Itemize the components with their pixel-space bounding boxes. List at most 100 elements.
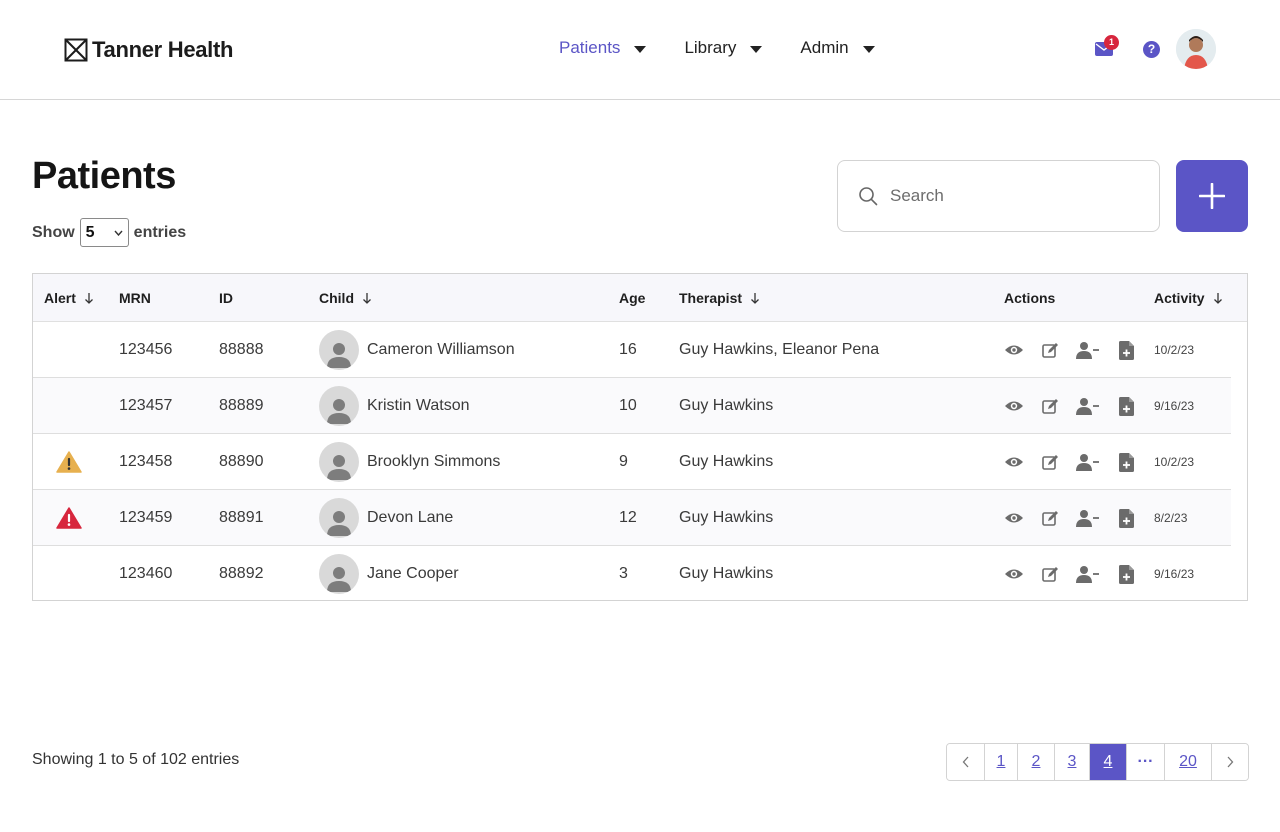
nav-item-admin[interactable]: Admin xyxy=(800,38,875,58)
edit-icon[interactable] xyxy=(1039,395,1061,417)
logo-icon xyxy=(64,38,88,62)
notification-badge: 1 xyxy=(1104,35,1119,50)
plus-icon xyxy=(1199,183,1225,209)
column-header-label: Activity xyxy=(1154,290,1205,306)
age-cell: 3 xyxy=(619,565,628,582)
column-header-therapist[interactable]: Therapist xyxy=(679,274,760,322)
nav-item-label: Patients xyxy=(559,38,621,57)
child-name: Devon Lane xyxy=(367,509,454,526)
therapist-cell: Guy Hawkins xyxy=(679,453,774,470)
alert-cell xyxy=(56,434,82,490)
child-name: Kristin Watson xyxy=(367,397,470,414)
add-file-icon[interactable] xyxy=(1115,339,1137,361)
page-button-20[interactable]: 20 xyxy=(1164,744,1211,780)
search-icon xyxy=(859,187,878,206)
edit-icon[interactable] xyxy=(1039,451,1061,473)
entries-summary: Showing 1 to 5 of 102 entries xyxy=(32,751,240,768)
column-header-child[interactable]: Child xyxy=(319,274,372,322)
view-icon[interactable] xyxy=(1003,507,1025,529)
view-icon[interactable] xyxy=(1003,451,1025,473)
nav-item-label: Library xyxy=(684,38,737,57)
view-icon[interactable] xyxy=(1003,395,1025,417)
table-row[interactable]: 123457 88889 Kristin Watson 10 Guy Hawki… xyxy=(33,378,1231,434)
chevron-right-icon xyxy=(1227,756,1234,768)
remove-user-icon[interactable] xyxy=(1075,507,1101,529)
activity-cell: 8/2/23 xyxy=(1154,511,1188,525)
person-placeholder-icon xyxy=(319,498,359,538)
patients-table: Alert MRN ID Child Age Therapist Actions… xyxy=(32,273,1248,601)
remove-user-icon[interactable] xyxy=(1075,451,1101,473)
nav-item-patients[interactable]: Patients xyxy=(559,38,647,58)
table-row[interactable]: 123458 88890 Brooklyn Simmons 9 Guy Hawk… xyxy=(33,434,1231,490)
edit-icon[interactable] xyxy=(1039,563,1061,585)
sort-arrow-icon xyxy=(84,293,93,304)
column-header-label: Actions xyxy=(1004,290,1056,306)
therapist-cell: Guy Hawkins xyxy=(679,397,774,414)
child-cell[interactable]: Kristin Watson xyxy=(319,378,470,434)
child-cell[interactable]: Devon Lane xyxy=(319,490,453,546)
nav-item-library[interactable]: Library xyxy=(684,38,763,58)
brand-logo[interactable]: Tanner Health xyxy=(64,37,233,63)
child-cell[interactable]: Brooklyn Simmons xyxy=(319,434,500,490)
edit-icon[interactable] xyxy=(1039,507,1061,529)
mrn-cell: 123459 xyxy=(119,509,173,526)
sort-arrow-icon xyxy=(363,293,371,304)
user-avatar[interactable] xyxy=(1176,29,1216,69)
column-header-activity[interactable]: Activity xyxy=(1154,274,1223,322)
child-name: Brooklyn Simmons xyxy=(367,453,501,470)
actions-cell xyxy=(1003,546,1137,602)
previous-page-button[interactable] xyxy=(947,744,984,780)
search-input[interactable] xyxy=(890,186,1110,206)
user-photo xyxy=(1176,29,1216,69)
remove-user-icon[interactable] xyxy=(1075,339,1101,361)
critical-icon xyxy=(56,507,82,529)
entries-select[interactable]: 5 xyxy=(79,218,129,247)
column-header-label: Age xyxy=(619,290,646,306)
page-button-1[interactable]: 1 xyxy=(984,744,1017,780)
activity-cell: 9/16/23 xyxy=(1154,399,1195,413)
column-header-label: Alert xyxy=(44,290,76,306)
nav-item-label: Admin xyxy=(800,38,849,57)
child-name: Cameron Williamson xyxy=(367,341,515,358)
top-navigation-bar: Tanner Health Patients Library Admin 1 ? xyxy=(0,0,1280,100)
actions-cell xyxy=(1003,322,1137,378)
table-row[interactable]: 123459 88891 Devon Lane 12 Guy Hawkins 8… xyxy=(33,490,1231,546)
column-header-alert[interactable]: Alert xyxy=(44,274,94,322)
add-file-icon[interactable] xyxy=(1115,451,1137,473)
add-patient-button[interactable] xyxy=(1176,160,1248,232)
therapist-cell: Guy Hawkins xyxy=(679,565,774,582)
caret-down-icon xyxy=(862,45,875,53)
mrn-cell: 123460 xyxy=(119,565,173,582)
remove-user-icon[interactable] xyxy=(1075,563,1101,585)
id-cell: 88889 xyxy=(219,397,264,414)
column-header-actions: Actions xyxy=(1004,274,1055,322)
mrn-cell: 123457 xyxy=(119,397,173,414)
age-cell: 9 xyxy=(619,453,628,470)
add-file-icon[interactable] xyxy=(1115,563,1137,585)
therapist-cell: Guy Hawkins, Eleanor Pena xyxy=(679,341,880,358)
child-cell[interactable]: Jane Cooper xyxy=(319,546,459,602)
actions-cell xyxy=(1003,490,1137,546)
edit-icon[interactable] xyxy=(1039,339,1061,361)
age-cell: 16 xyxy=(619,341,637,358)
child-cell[interactable]: Cameron Williamson xyxy=(319,322,515,378)
page-button-3[interactable]: 3 xyxy=(1054,744,1089,780)
table-row[interactable]: 123460 88892 Jane Cooper 3 Guy Hawkins 9… xyxy=(33,546,1231,602)
view-icon[interactable] xyxy=(1003,339,1025,361)
remove-user-icon[interactable] xyxy=(1075,395,1101,417)
view-icon[interactable] xyxy=(1003,563,1025,585)
add-file-icon[interactable] xyxy=(1115,507,1137,529)
search-box[interactable] xyxy=(837,160,1160,232)
page-button-2[interactable]: 2 xyxy=(1017,744,1054,780)
table-header: Alert MRN ID Child Age Therapist Actions… xyxy=(33,274,1247,322)
page-button-4[interactable]: 4 xyxy=(1089,744,1126,780)
activity-cell: 10/2/23 xyxy=(1154,455,1195,469)
help-icon[interactable]: ? xyxy=(1143,41,1160,58)
next-page-button[interactable] xyxy=(1211,744,1248,780)
actions-cell xyxy=(1003,434,1137,490)
add-file-icon[interactable] xyxy=(1115,395,1137,417)
age-cell: 10 xyxy=(619,397,637,414)
activity-cell: 9/16/23 xyxy=(1154,567,1195,581)
therapist-cell: Guy Hawkins xyxy=(679,509,774,526)
table-row[interactable]: 123456 88888 Cameron Williamson 16 Guy H… xyxy=(33,322,1231,378)
